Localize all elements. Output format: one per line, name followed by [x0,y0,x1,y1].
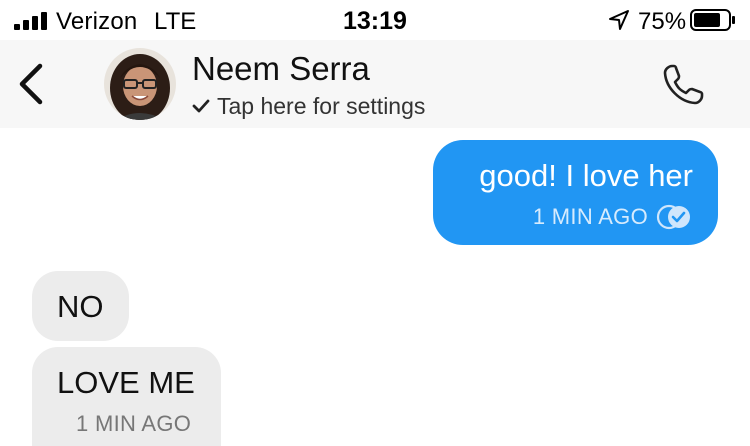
message-timestamp: 1 MIN AGO [532,204,648,229]
message-text: LOVE ME [57,365,195,400]
message-timestamp: 1 MIN AGO [76,411,192,436]
network-type: LTE [154,8,197,35]
chevron-left-icon [19,63,43,105]
settings-link[interactable]: Tap here for settings [192,92,425,120]
status-bar: Verizon LTE 13:19 75% [0,0,750,40]
settings-link-label: Tap here for settings [217,92,426,119]
contact-name[interactable]: Neem Serra [192,50,370,88]
battery-percentage: 75% [638,8,687,35]
chat-header: Neem Serra Tap here for settings [0,40,750,128]
message-meta: 1 MIN AGO [533,204,692,230]
signal-strength-icon [14,12,48,30]
message-text: NO [57,289,104,324]
incoming-message[interactable]: NO [32,271,129,341]
phone-icon[interactable] [658,60,708,110]
location-arrow-icon [609,10,629,30]
contact-avatar[interactable] [104,48,176,120]
outgoing-message[interactable]: good! I love her 1 MIN AGO [433,140,718,245]
back-button[interactable] [14,60,48,108]
carrier-name: Verizon [56,8,138,35]
status-time: 13:19 [343,7,407,35]
battery-icon [690,9,735,31]
seen-icon [656,204,690,230]
message-text: good! I love her [479,158,693,193]
incoming-message[interactable]: LOVE ME 1 MIN AGO [32,347,221,446]
checkmark-icon [192,99,210,113]
